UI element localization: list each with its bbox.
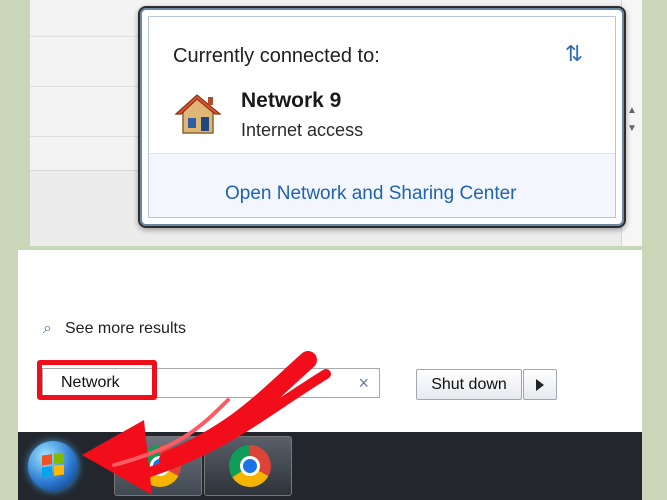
search-icon: ⌕ — [43, 320, 52, 337]
taskbar — [18, 432, 642, 500]
shutdown-button[interactable]: Shut down — [416, 369, 522, 400]
scroll-down-icon[interactable]: ▼ — [625, 122, 639, 136]
see-more-results-row[interactable]: ⌕ See more results — [43, 318, 186, 340]
taskbar-app-button[interactable] — [114, 436, 202, 496]
network-access-status: Internet access — [241, 120, 364, 140]
windows-logo-icon — [42, 452, 64, 478]
popup-title: Currently connected to: — [173, 45, 380, 67]
open-network-sharing-center-link[interactable]: Open Network and Sharing Center — [225, 183, 517, 205]
taskbar-chrome-button[interactable] — [204, 436, 292, 496]
chrome-icon — [229, 445, 271, 487]
refresh-icon[interactable]: ⇅ — [559, 39, 589, 69]
chevron-right-icon[interactable] — [523, 369, 557, 400]
windows-start-icon[interactable] — [28, 441, 78, 491]
popup-footer: Open Network and Sharing Center — [149, 154, 615, 217]
chrome-icon — [139, 445, 181, 487]
scroll-up-icon[interactable]: ▲ — [625, 104, 639, 118]
network-name: Network 9 — [241, 89, 342, 112]
network-status-popup: Currently connected to: ⇅ Network 9 Inte… — [138, 6, 626, 228]
start-menu-screenshot-bottom: ⌕ See more results Network × Shut down — [18, 250, 642, 500]
close-icon[interactable]: × — [358, 373, 369, 394]
network-screenshot-top: ▲ ▼ Currently connected to: ⇅ Network 9 … — [30, 0, 642, 246]
search-highlight-box — [37, 360, 157, 400]
house-network-icon — [174, 94, 222, 134]
popup-inner: Currently connected to: ⇅ Network 9 Inte… — [148, 16, 616, 218]
see-more-results-link[interactable]: See more results — [65, 320, 186, 338]
